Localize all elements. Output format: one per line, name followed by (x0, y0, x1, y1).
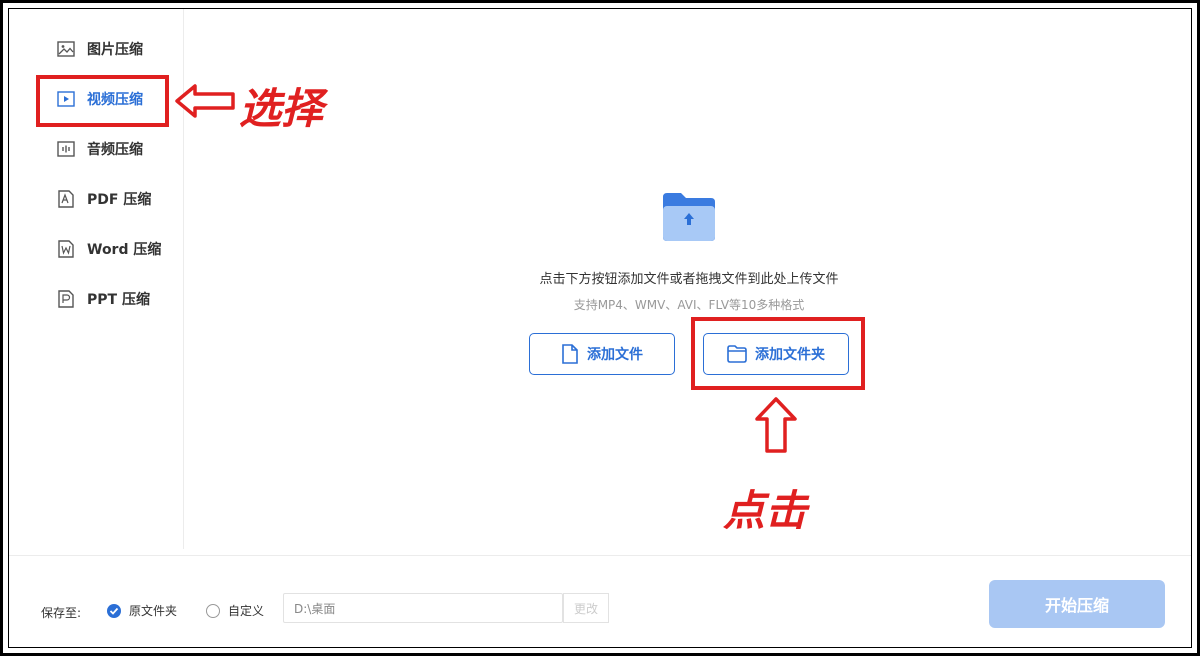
sidebar-item-label: PDF 压缩 (87, 192, 152, 208)
radio-custom-folder[interactable]: 自定义 (206, 602, 264, 619)
radio-label: 自定义 (228, 604, 265, 618)
sidebar-item-label: 音频压缩 (87, 142, 143, 158)
image-icon (57, 40, 75, 58)
up-arrow-icon (755, 397, 797, 453)
pdf-file-icon (57, 190, 75, 208)
file-icon (562, 344, 578, 364)
sidebar-item-pdf-compress[interactable]: PDF 压缩 (39, 187, 179, 211)
save-to-label: 保存至: (41, 606, 82, 620)
check-icon (107, 603, 121, 618)
highlight-box-add-folder (691, 317, 865, 390)
audio-icon (57, 140, 75, 158)
add-file-button[interactable]: 添加文件 (529, 333, 675, 375)
highlight-box-video-compress (36, 75, 169, 127)
annotation-click-text: 点击 (723, 486, 808, 535)
start-compress-button[interactable]: 开始压缩 (989, 580, 1165, 628)
sidebar-item-ppt-compress[interactable]: PPT 压缩 (39, 287, 179, 311)
app-window: 图片压缩 视频压缩 音频压缩 PDF 压缩 Word 压缩 PPT 压缩 点击下… (8, 8, 1192, 648)
sidebar-item-label: Word 压缩 (87, 242, 162, 258)
sidebar-item-word-compress[interactable]: Word 压缩 (39, 237, 179, 261)
upload-hint: 点击下方按钮添加文件或者拖拽文件到此处上传文件 (539, 272, 839, 287)
footer-bar: 保存至: 原文件夹 自定义 D:\桌面 更改 开始压缩 (9, 555, 1191, 647)
annotation-select-text: 选择 (239, 84, 324, 133)
supported-formats: 支持MP4、WMV、AVI、FLV等10多种格式 (573, 298, 805, 312)
ppt-file-icon (57, 290, 75, 308)
folder-upload-icon (661, 191, 717, 243)
word-file-icon (57, 240, 75, 258)
change-path-button[interactable]: 更改 (563, 593, 609, 623)
add-file-label: 添加文件 (587, 347, 643, 363)
radio-label: 原文件夹 (129, 604, 178, 618)
radio-unchecked-icon (206, 603, 220, 618)
radio-original-folder[interactable]: 原文件夹 (107, 602, 177, 619)
sidebar-item-image-compress[interactable]: 图片压缩 (39, 37, 179, 61)
sidebar-item-label: PPT 压缩 (87, 292, 150, 308)
left-arrow-icon (175, 84, 235, 118)
output-path-field[interactable]: D:\桌面 (283, 593, 563, 623)
sidebar-item-label: 图片压缩 (87, 42, 143, 58)
screenshot-frame: 图片压缩 视频压缩 音频压缩 PDF 压缩 Word 压缩 PPT 压缩 点击下… (0, 0, 1200, 656)
sidebar-item-audio-compress[interactable]: 音频压缩 (39, 137, 179, 161)
